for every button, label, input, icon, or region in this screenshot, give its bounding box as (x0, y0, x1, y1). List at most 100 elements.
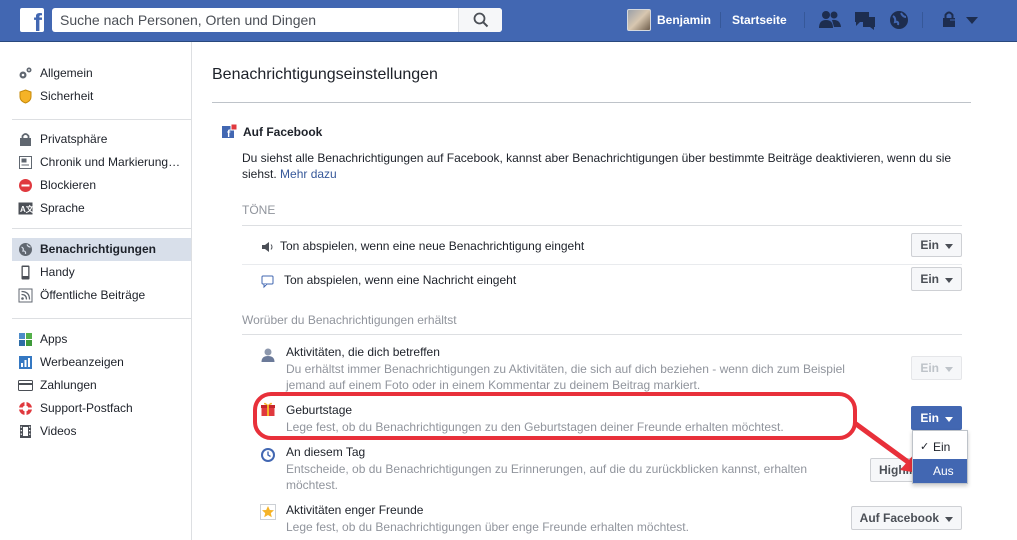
row-divider (242, 264, 962, 265)
sidebar-group-privacy: Privatsphäre Chronik und Markierung… Blo… (12, 128, 191, 220)
chevron-down-icon (945, 417, 953, 422)
clock-icon (261, 448, 275, 462)
sidebar-divider (12, 228, 191, 229)
sidebar-item-label: Zahlungen (40, 378, 97, 392)
dropdown-value: Ein (920, 361, 939, 375)
sidebar-item-label: Support-Postfach (40, 401, 133, 415)
sidebar-item-handy[interactable]: Handy (12, 261, 191, 284)
sidebar-item-label: Allgemein (40, 66, 93, 80)
setting-row-sound-message: Ton abspielen, wenn eine Nachricht einge… (260, 267, 962, 307)
sidebar-item-label: Privatsphäre (40, 132, 108, 146)
globe-icon (19, 243, 32, 256)
sound-notification-dropdown[interactable]: Ein (911, 233, 962, 257)
sidebar-item-apps[interactable]: Apps (12, 328, 191, 351)
notifications-globe-icon[interactable] (887, 9, 911, 31)
sidebar-item-videos[interactable]: Videos (12, 420, 191, 443)
setting-subtitle: Entscheide, ob du Benachrichtigungen zu … (286, 462, 808, 492)
avatar (627, 9, 651, 31)
speaker-icon (262, 242, 273, 252)
sidebar-item-sicherheit[interactable]: Sicherheit (12, 85, 191, 108)
sidebar-group-account: Allgemein Sicherheit (12, 62, 191, 108)
setting-row-close-friends: Aktivitäten enger Freunde Lege fest, ob … (260, 503, 962, 539)
sidebar-item-privatsphaere[interactable]: Privatsphäre (12, 128, 191, 151)
facebook-section-icon: f (222, 124, 238, 140)
person-icon (261, 348, 275, 362)
setting-title: Aktivitäten enger Freunde (286, 503, 424, 517)
sidebar-item-allgemein[interactable]: Allgemein (12, 62, 191, 85)
search-box (52, 8, 502, 32)
sidebar-item-label: Videos (40, 424, 77, 438)
account-menu-chevron-down-icon[interactable] (964, 9, 980, 31)
chevron-down-icon (945, 278, 953, 283)
setting-subtitle: Lege fest, ob du Benachrichtigungen über… (286, 520, 689, 534)
sidebar-item-label: Werbeanzeigen (40, 355, 124, 369)
setting-subtitle: Du erhältst immer Benachrichtigungen zu … (286, 362, 845, 392)
title-divider (212, 102, 971, 103)
activity-about-you-dropdown: Ein (911, 356, 962, 380)
section-title: Auf Facebook (243, 125, 323, 139)
search-button[interactable] (458, 8, 502, 32)
gears-icon (19, 67, 32, 79)
more-info-link[interactable]: Mehr dazu (280, 167, 337, 181)
privacy-shortcuts-icon[interactable] (940, 9, 964, 31)
top-bar: f Benjamin Startseite (0, 0, 1017, 42)
section-description: Du siehst alle Benachrichtigungen auf Fa… (242, 150, 962, 182)
nav-divider (922, 12, 923, 28)
language-icon: A文 (18, 202, 33, 215)
sidebar-item-label: Handy (40, 265, 75, 279)
sidebar-group-apps: Apps Werbeanzeigen Zahlungen Support-Pos… (12, 328, 191, 443)
dropdown-value: Ein (920, 238, 939, 252)
sidebar-item-label: Chronik und Markierung… (40, 155, 181, 169)
film-icon (20, 425, 31, 438)
facebook-logo-icon[interactable]: f (20, 8, 44, 32)
sidebar-item-werbeanzeigen[interactable]: Werbeanzeigen (12, 351, 191, 374)
sidebar-item-label: Sicherheit (40, 89, 94, 103)
menu-item-label: Ein (933, 440, 951, 454)
group-divider (242, 334, 962, 335)
sidebar-item-zahlungen[interactable]: Zahlungen (12, 374, 191, 397)
setting-row-sound-notification: Ton abspielen, wenn eine neue Benachrich… (242, 233, 962, 273)
phone-icon (21, 265, 30, 280)
sidebar-item-chronik[interactable]: Chronik und Markierung… (12, 151, 191, 174)
description-text: Du siehst alle Benachrichtigungen auf Fa… (242, 151, 952, 181)
ads-icon (19, 356, 32, 369)
settings-sidebar: Allgemein Sicherheit Privatsphäre Chroni… (0, 42, 192, 540)
search-input[interactable] (52, 8, 458, 32)
sidebar-item-support-postfach[interactable]: Support-Postfach (12, 397, 191, 420)
sidebar-divider (12, 119, 191, 120)
chevron-down-icon (945, 517, 953, 522)
menu-item-ein[interactable]: ✓ Ein (913, 435, 967, 459)
sidebar-item-sprache[interactable]: A文 Sprache (12, 197, 191, 220)
receive-group-label: Worüber du Benachrichtigungen erhältst (242, 313, 457, 327)
sound-message-dropdown[interactable]: Ein (911, 267, 962, 291)
sidebar-item-label: Öffentliche Beiträge (40, 288, 146, 302)
chevron-down-icon (945, 244, 953, 249)
user-name: Benjamin (657, 13, 712, 27)
setting-title: An diesem Tag (286, 445, 366, 459)
nav-divider (720, 12, 721, 28)
messages-icon[interactable] (853, 9, 877, 31)
badge-icon (19, 89, 32, 104)
sidebar-item-oeffentliche-beitraege[interactable]: Öffentliche Beiträge (12, 284, 191, 307)
setting-title: Ton abspielen, wenn eine Nachricht einge… (284, 273, 517, 287)
setting-row-activity-about-you: Aktivitäten, die dich betreffen Du erhäl… (260, 345, 962, 397)
birthdays-dropdown-menu: ✓ Ein Aus (912, 430, 968, 484)
friend-requests-icon[interactable] (818, 9, 842, 31)
search-icon (473, 12, 489, 28)
sidebar-item-benachrichtigungen[interactable]: Benachrichtigungen (12, 238, 191, 261)
sidebar-group-notifications: Benachrichtigungen Handy Öffentliche Bei… (12, 238, 191, 307)
home-link[interactable]: Startseite (732, 13, 787, 27)
setting-title: Aktivitäten, die dich betreffen (286, 345, 440, 359)
menu-item-aus[interactable]: Aus (913, 459, 967, 483)
page-title: Benachrichtigungseinstellungen (212, 66, 438, 83)
group-divider (242, 225, 962, 226)
sidebar-item-blockieren[interactable]: Blockieren (12, 174, 191, 197)
chat-icon (261, 275, 274, 289)
close-friends-dropdown[interactable]: Auf Facebook (850, 506, 962, 530)
sounds-group-label: TÖNE (242, 203, 276, 217)
sidebar-item-label: Benachrichtigungen (40, 242, 157, 256)
nav-divider (804, 12, 805, 28)
apps-icon (19, 333, 32, 346)
sidebar-divider (12, 318, 191, 319)
lock-icon (20, 133, 31, 146)
